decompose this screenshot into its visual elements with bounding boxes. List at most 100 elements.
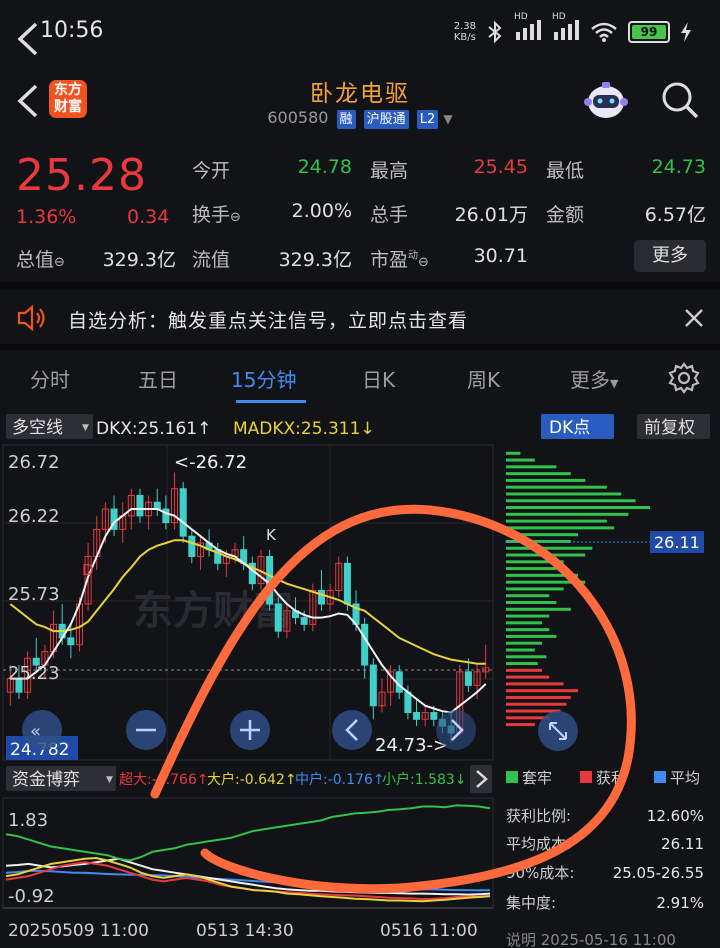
turnover-label[interactable]: 换手⊖ xyxy=(192,200,241,227)
volume-label: 总手 xyxy=(370,204,409,226)
current-price: 25.28 xyxy=(16,150,147,201)
volume-value: 26.01万 xyxy=(454,204,528,226)
candle-body xyxy=(369,664,377,707)
stock-code: 600580 xyxy=(267,108,329,127)
d-marker: D xyxy=(82,561,94,579)
chip-bar xyxy=(506,675,550,679)
search-icon[interactable] xyxy=(660,80,700,120)
tab-15min[interactable]: 15分钟 xyxy=(231,364,296,393)
mktcap-label[interactable]: 总值⊖ xyxy=(16,245,65,272)
notice-bar[interactable]: 自选分析：触发重点关注信号，立即点击查看 xyxy=(0,290,720,346)
divider xyxy=(0,282,720,290)
chip-bar xyxy=(506,702,567,706)
scroll-left-fast-button[interactable]: « xyxy=(22,710,62,750)
candle-body xyxy=(413,712,421,720)
change-amount: 0.34 xyxy=(127,206,170,228)
expand-icon[interactable] xyxy=(538,711,578,751)
wifi-icon xyxy=(591,22,617,42)
caret-down-icon: ▼ xyxy=(610,377,619,390)
chip-bar xyxy=(506,519,607,523)
date-label: 20250509 11:00 xyxy=(8,921,149,941)
low-marker: 24.73-> xyxy=(375,735,448,756)
settings-gear-icon[interactable] xyxy=(668,362,700,394)
chip-row-label: 获利比例: xyxy=(506,807,571,825)
adjust-label: 前复权 xyxy=(644,418,695,438)
candle-body xyxy=(179,488,187,537)
candle-body xyxy=(343,562,351,605)
chip-bar xyxy=(506,682,564,686)
float-label: 流值 xyxy=(192,249,231,271)
candle-body xyxy=(188,535,196,558)
zoom-in-button[interactable] xyxy=(230,710,270,750)
chip-bar xyxy=(506,695,571,699)
clock: 10:56 xyxy=(40,18,104,43)
robot-assistant-icon[interactable] xyxy=(584,80,628,122)
chip-bar xyxy=(506,594,550,598)
turnover-value: 2.00% xyxy=(291,200,352,222)
notice-text: 自选分析：触发重点关注信号，立即点击查看 xyxy=(68,310,469,332)
candle-body xyxy=(300,617,308,625)
battery-icon: 99 xyxy=(628,21,670,43)
tab-more[interactable]: 更多▼ xyxy=(570,364,618,393)
info-icon[interactable]: ⊖ xyxy=(54,255,65,270)
more-button[interactable]: 更多 xyxy=(634,240,706,272)
chip-bar xyxy=(506,601,557,604)
speed-value: 2.38 xyxy=(453,21,476,32)
y-tick: 26.22 xyxy=(8,506,60,527)
indicator-selector-label: 多空线 xyxy=(12,418,63,438)
chip-bar xyxy=(506,567,557,571)
close-icon[interactable] xyxy=(684,308,704,328)
tag-margin: 融 xyxy=(336,110,356,129)
large-value: 大户:-0.642↑ xyxy=(207,771,297,788)
chevron-left-icon xyxy=(17,22,38,56)
tab-daily[interactable]: 日K xyxy=(362,364,395,393)
scroll-right-button[interactable] xyxy=(436,710,476,750)
candle-body xyxy=(317,589,325,605)
candle-body xyxy=(404,691,412,714)
chip-bar xyxy=(506,662,538,666)
tab-more-label: 更多 xyxy=(570,368,610,392)
info-icon[interactable]: ⊖ xyxy=(230,210,241,225)
chip-row-value: 25.05-26.55 xyxy=(613,864,704,882)
speed-unit: KB/s xyxy=(453,32,476,43)
chip-bar xyxy=(506,723,535,727)
zoom-out-button[interactable] xyxy=(126,710,166,750)
chip-row-label: 集中度: xyxy=(506,894,556,912)
chip-bar xyxy=(506,451,521,455)
pe-value: 30.71 xyxy=(473,245,528,267)
y-tick: 25.23 xyxy=(8,663,60,684)
caret-down-icon: ▼ xyxy=(82,423,89,433)
madkx-value: MADKX:25.311↓ xyxy=(233,419,375,439)
chip-bar xyxy=(506,621,542,625)
pe-label[interactable]: 市盈动⊖ xyxy=(370,245,429,272)
back-button[interactable] xyxy=(14,20,40,67)
chip-bar xyxy=(506,478,586,482)
chip-bar xyxy=(506,614,550,618)
chip-bar xyxy=(506,472,571,476)
tab-five-day[interactable]: 五日 xyxy=(138,364,178,393)
bluetooth-icon xyxy=(488,21,502,43)
info-icon[interactable]: ⊖ xyxy=(418,255,429,270)
status-icons: 2.38 KB/s HD HD 99 xyxy=(453,12,692,44)
scroll-left-button[interactable] xyxy=(332,710,372,750)
small-value: 小户:1.583↓ xyxy=(382,771,467,788)
legend-locked: 套牢 xyxy=(522,769,552,787)
chip-bar xyxy=(506,634,557,638)
chip-row-value: 12.60% xyxy=(647,807,704,825)
chip-bar xyxy=(506,465,557,469)
open-value: 24.78 xyxy=(297,156,352,178)
high-marker: <-26.72 xyxy=(174,452,247,473)
chip-bar xyxy=(506,655,547,659)
chip-bar xyxy=(506,689,578,693)
caret-down-icon[interactable]: ▼ xyxy=(443,112,452,126)
chip-row-value: 26.11 xyxy=(661,835,704,853)
turnover-label-text: 换手 xyxy=(192,204,231,226)
hd-badge-1: HD xyxy=(514,12,528,22)
float-value: 329.3亿 xyxy=(278,249,352,271)
legend-locked-swatch xyxy=(506,771,518,783)
capital-next-button[interactable] xyxy=(470,765,492,793)
chart-area[interactable]: 多空线 ▼ DKX:25.161↑ MADKX:25.311↓ DK点 前复权 … xyxy=(0,408,720,948)
high-value: 25.45 xyxy=(473,156,528,178)
tab-weekly[interactable]: 周K xyxy=(467,364,500,393)
tab-intraday[interactable]: 分时 xyxy=(30,364,70,393)
